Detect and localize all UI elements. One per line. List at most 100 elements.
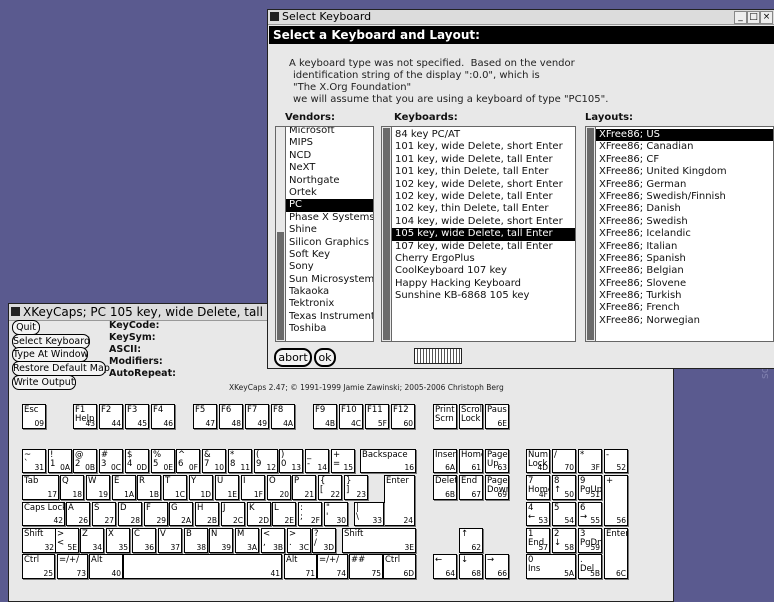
key[interactable]: 5 54: [552, 502, 576, 526]
keyboard-item[interactable]: 84 key PC/AT: [392, 129, 575, 141]
key[interactable]: Ctrl 6D: [383, 554, 416, 579]
key[interactable]: 4 ← 53: [526, 502, 550, 526]
key[interactable]: F4 46: [151, 404, 175, 429]
key[interactable]: Paus 6E: [485, 404, 509, 429]
key[interactable]: M 3A: [235, 528, 259, 553]
layout-item[interactable]: XFree86; French: [596, 302, 773, 314]
key[interactable]: Tab 17: [22, 475, 59, 500]
vendors-list[interactable]: Microsoft MIPS NCD NeXT Northgate Ortek PC Phas…: [275, 126, 374, 342]
key[interactable]: ^ 6 0F: [176, 449, 200, 473]
key[interactable]: " ' 30: [324, 502, 348, 526]
layout-item[interactable]: XFree86; United Kingdom: [596, 166, 773, 178]
key[interactable]: E 1A: [112, 475, 136, 500]
key[interactable]: B 38: [184, 528, 208, 553]
key[interactable]: ## 75: [349, 554, 383, 579]
key[interactable]: / 70: [552, 449, 576, 473]
vendor-item[interactable]: Sun Microsystems: [286, 274, 373, 286]
key[interactable]: % 5 0E: [151, 449, 175, 473]
vendor-item[interactable]: Silicon Graphics: [286, 237, 373, 249]
window-menu-icon[interactable]: [270, 12, 279, 21]
layout-item[interactable]: XFree86; Danish: [596, 203, 773, 215]
layouts-scrollbar[interactable]: [586, 127, 596, 341]
layout-item[interactable]: XFree86; Slovene: [596, 278, 773, 290]
key[interactable]: }] 23: [344, 475, 368, 500]
layout-item[interactable]: XFree86; Turkish: [596, 290, 773, 302]
keyboards-list[interactable]: 84 key PC/AT 101 key, wide Delete, short …: [381, 126, 576, 342]
key[interactable]: F2 44: [99, 404, 123, 429]
key[interactable]: 0 Ins 5A: [526, 554, 576, 579]
key[interactable]: 2 ↓ 58: [552, 528, 576, 553]
key[interactable]: F6 48: [219, 404, 243, 429]
key[interactable]: <, 3B: [261, 528, 285, 553]
layout-item[interactable]: XFree86; CF: [596, 154, 773, 166]
keyboards-scrollbar[interactable]: [382, 127, 392, 341]
key[interactable]: . Del 5B: [578, 554, 602, 579]
key[interactable]: F1 Help 43: [73, 404, 97, 429]
key[interactable]: H 2B: [195, 502, 219, 526]
key[interactable]: Ctrl 25: [22, 554, 55, 579]
key[interactable]: Y 1D: [189, 475, 213, 500]
key[interactable]: 3 PgDn 59: [578, 528, 602, 553]
key[interactable]: F12 60: [391, 404, 415, 429]
key[interactable]: Insert 6A: [433, 449, 457, 473]
layout-item[interactable]: XFree86; Spanish: [596, 253, 773, 265]
layout-item[interactable]: XFree86; Belgian: [596, 265, 773, 277]
vendor-item[interactable]: Toshiba: [286, 323, 373, 335]
key[interactable]: Alt 71: [284, 554, 317, 579]
key[interactable]: G 2A: [169, 502, 193, 526]
vendor-item[interactable]: Northgate: [286, 175, 373, 187]
key[interactable]: F10 4C: [339, 404, 363, 429]
key[interactable]: Shift 32: [22, 528, 56, 553]
key[interactable]: Caps Lock 42: [22, 502, 65, 526]
key[interactable]: Delete 6B: [433, 475, 457, 500]
layouts-scroll-thumb[interactable]: [587, 128, 594, 340]
key[interactable]: F7 49: [245, 404, 269, 429]
key[interactable]: > <5E: [55, 528, 79, 553]
key[interactable]: :; 2F: [298, 502, 322, 526]
keyboard-item[interactable]: 101 key, wide Delete, tall Enter: [392, 154, 575, 166]
keyboard-item[interactable]: 102 key, thin Delete, tall Enter: [392, 203, 575, 215]
keyboard-item[interactable]: 102 key, wide Delete, short Enter: [392, 179, 575, 191]
vendor-item[interactable]: Soft Key: [286, 249, 373, 261]
vendor-item[interactable]: NeXT: [286, 162, 373, 174]
key[interactable]: 6 → 55: [578, 502, 602, 526]
keyboard-item[interactable]: Happy Hacking Keyboard: [392, 278, 575, 290]
key[interactable]: F5 47: [193, 404, 217, 429]
vendors-scroll-thumb[interactable]: [277, 232, 284, 340]
key[interactable]: 9 PgUp 51: [578, 475, 602, 500]
abort-button[interactable]: abort: [274, 348, 312, 367]
key[interactable]: → 66: [485, 554, 509, 579]
maximize-icon[interactable]: □: [747, 11, 760, 24]
key[interactable]: A 26: [66, 502, 90, 526]
key[interactable]: (9 12: [254, 449, 278, 473]
key[interactable]: * 3F: [578, 449, 602, 473]
key[interactable]: S 27: [92, 502, 116, 526]
key[interactable]: & 7 10: [202, 449, 226, 473]
key[interactable]: Alt 40: [89, 554, 123, 579]
key[interactable]: T 1C: [163, 475, 187, 500]
key[interactable]: Page Up 63: [485, 449, 509, 473]
layout-item[interactable]: XFree86; Norwegian: [596, 315, 773, 327]
vendors-scrollbar[interactable]: [276, 127, 286, 341]
key[interactable]: N 39: [209, 528, 233, 553]
layout-item[interactable]: XFree86; Canadian: [596, 141, 773, 153]
key[interactable]: J 2C: [221, 502, 245, 526]
key[interactable]: Shift 3E: [342, 528, 416, 553]
key[interactable]: Num Lock 4D: [526, 449, 550, 473]
key[interactable]: #3 0C: [99, 449, 123, 473]
vendor-item[interactable]: Tektronix: [286, 298, 373, 310]
key[interactable]: =/+/ 73: [57, 554, 88, 579]
vendor-item[interactable]: Sony: [286, 261, 373, 273]
key[interactable]: Backspace 16: [360, 449, 416, 473]
key[interactable]: V 37: [158, 528, 182, 553]
key[interactable]: F11 5F: [365, 404, 389, 429]
key[interactable]: W 19: [86, 475, 110, 500]
vendor-item[interactable]: PC: [286, 199, 373, 212]
key[interactable]: 7Home4F: [526, 475, 550, 500]
ok-button[interactable]: ok: [314, 348, 336, 367]
key[interactable]: ← 64: [433, 554, 457, 579]
key[interactable]: @2 0B: [73, 449, 97, 473]
key[interactable]: ↑ 62: [459, 528, 483, 553]
key[interactable]: F3 45: [125, 404, 149, 429]
keyboard-item[interactable]: CoolKeyboard 107 key: [392, 265, 575, 277]
